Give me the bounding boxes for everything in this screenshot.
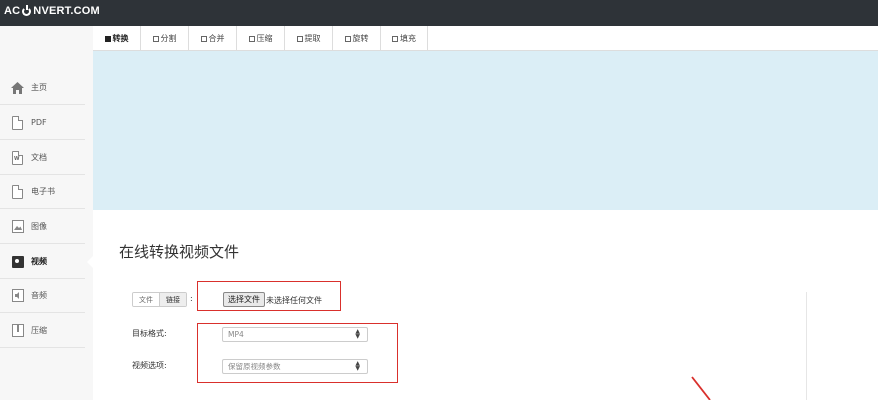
source-link-button[interactable]: 链接 [159, 293, 186, 306]
sidebar-item-label: 图像 [31, 222, 47, 231]
ad-banner [93, 51, 878, 210]
checkbox-icon [152, 35, 159, 42]
sidebar-item-pdf[interactable]: PDF [0, 106, 85, 140]
power-icon [22, 4, 32, 16]
checkbox-icon [392, 35, 398, 42]
home-icon [11, 80, 24, 95]
tab-pad[interactable]: 填充 [381, 26, 428, 51]
word-doc-icon: W [11, 150, 24, 165]
video-options-label: 视频选项: [132, 361, 167, 370]
tab-rotate[interactable]: 旋转 [333, 26, 381, 51]
sidebar-item-label: 视频 [31, 257, 47, 266]
logo-text-right: NVERT.COM [33, 5, 100, 17]
annotation-arrow-icon [691, 376, 711, 400]
sidebar: 主页 PDF W 文档 电子书 图像 视频 音频 压缩 [0, 26, 93, 400]
sidebar-item-label: 压缩 [31, 326, 47, 335]
pdf-icon [11, 115, 24, 130]
checkbox-icon [104, 35, 111, 42]
source-file-button[interactable]: 文件 [133, 293, 159, 306]
tab-convert[interactable]: 转换 [93, 26, 141, 51]
image-icon [11, 219, 24, 234]
video-options-value: 保留原视频参数 [228, 362, 281, 371]
tab-split[interactable]: 分割 [141, 26, 189, 51]
logo-text-left: AC [4, 5, 21, 17]
top-bar: AC NVERT.COM [0, 0, 878, 26]
checkbox-icon [248, 35, 255, 42]
tab-merge[interactable]: 合并 [189, 26, 237, 51]
site-logo[interactable]: AC NVERT.COM [4, 4, 100, 17]
source-toggle: 文件 链接 [132, 292, 187, 307]
audio-icon [11, 288, 24, 303]
sidebar-item-video[interactable]: 视频 [0, 245, 85, 279]
sidebar-item-document[interactable]: W 文档 [0, 141, 85, 175]
choose-file-button[interactable]: 选择文件 [223, 292, 265, 307]
sidebar-item-label: PDF [31, 118, 47, 127]
sidebar-item-ebook[interactable]: 电子书 [0, 175, 85, 209]
target-format-value: MP4 [228, 330, 244, 339]
active-indicator [87, 256, 93, 268]
tool-tabs: 转换 分割 合并 压缩 提取 旋转 填充 [93, 26, 878, 51]
tab-compress[interactable]: 压缩 [237, 26, 285, 51]
target-format-select[interactable]: MP4 ▲ ▼ [222, 327, 368, 342]
file-status: 未选择任何文件 [266, 296, 322, 305]
video-options-select[interactable]: 保留原视频参数 ▲ ▼ [222, 359, 368, 374]
select-arrows-icon: ▲ ▼ [355, 360, 360, 372]
source-colon: : [190, 294, 193, 303]
select-arrows-icon: ▲ ▼ [355, 328, 360, 340]
tab-extract[interactable]: 提取 [285, 26, 333, 51]
target-format-label: 目标格式: [132, 329, 167, 338]
sidebar-item-home[interactable]: 主页 [0, 71, 85, 105]
sidebar-item-label: 主页 [31, 83, 47, 92]
sidebar-item-label: 音频 [31, 291, 47, 300]
sidebar-item-label: 电子书 [31, 187, 55, 196]
sidebar-item-audio[interactable]: 音频 [0, 279, 85, 313]
checkbox-icon [200, 35, 207, 42]
video-icon [11, 254, 24, 269]
page-title: 在线转换视频文件 [119, 243, 240, 261]
divider [806, 292, 807, 400]
ebook-icon [11, 184, 24, 199]
checkbox-icon [296, 35, 303, 42]
sidebar-item-archive[interactable]: 压缩 [0, 314, 85, 348]
sidebar-item-image[interactable]: 图像 [0, 210, 85, 244]
sidebar-item-label: 文档 [31, 153, 47, 162]
checkbox-icon [344, 35, 351, 42]
archive-icon [11, 323, 24, 338]
